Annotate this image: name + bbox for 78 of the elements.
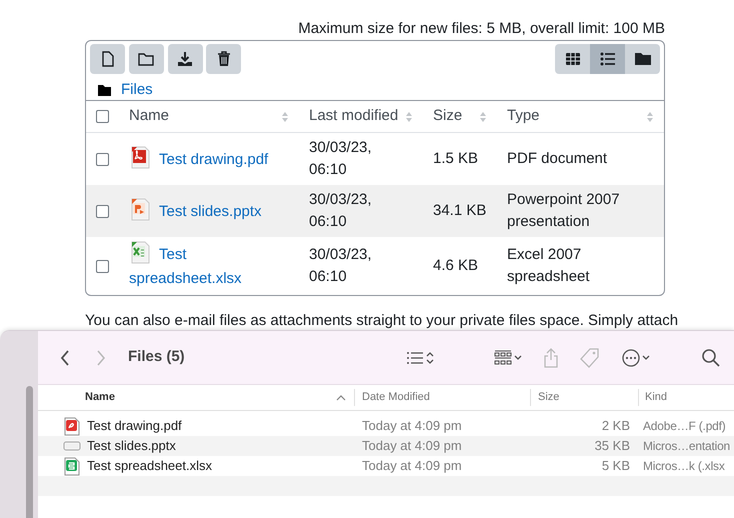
download-icon	[177, 51, 193, 67]
grid-button[interactable]	[494, 350, 522, 366]
search-icon	[702, 348, 720, 366]
folder-icon	[634, 51, 650, 67]
folder-icon	[138, 51, 154, 67]
column-header: Size	[538, 391, 560, 404]
email-note: You can also e-mail files as attachments straight to your private files space. Simply attach	[85, 311, 678, 331]
kind-cell-text: Adobe…F (.pdf)	[643, 418, 726, 435]
folder-view-button[interactable]	[625, 44, 660, 74]
size-cell: 34.1 KB	[423, 185, 497, 237]
sort-icon	[646, 110, 654, 122]
list-icon	[600, 51, 616, 67]
date-cell: Today at 4:09 pm	[362, 418, 462, 434]
date-cell: Today at 4:09 pm	[362, 458, 462, 474]
back-button[interactable]	[60, 350, 70, 366]
date-cell: 30/03/23, 06:10	[299, 237, 423, 295]
more-icon	[622, 348, 640, 366]
column-header: Last modified	[309, 106, 398, 126]
size-cell: 35 KB	[594, 438, 630, 454]
file-name[interactable]: Test slides.pptx	[87, 436, 176, 456]
breadcrumb-link[interactable]: Files	[121, 78, 153, 102]
file-link[interactable]: Test drawing.pdf	[129, 146, 289, 172]
column-header: Name	[129, 106, 170, 126]
list-view-button[interactable]	[590, 44, 625, 74]
size-cell: 2 KB	[602, 418, 630, 434]
xlsx-file-icon	[129, 241, 151, 265]
share-icon	[544, 348, 558, 368]
file-link[interactable]: Test spreadsheet.xlsx	[129, 241, 289, 291]
grid-icon	[494, 350, 512, 366]
file-icon	[100, 51, 116, 67]
column-header: Type	[507, 106, 540, 126]
checkbox[interactable]	[96, 260, 109, 273]
download-button[interactable]	[168, 44, 202, 74]
trash-icon	[216, 51, 232, 67]
pdf-file-icon	[129, 146, 151, 170]
size-cell: 4.6 KB	[423, 237, 497, 295]
sort-icon	[405, 110, 413, 122]
type-cell: Excel 2007 spreadsheet	[497, 237, 664, 295]
file-button[interactable]	[90, 44, 125, 74]
chevron-icon	[514, 354, 522, 360]
size-cell: 1.5 KB	[423, 132, 497, 185]
column-header: Size	[433, 106, 462, 126]
date-cell: 30/03/23, 06:10	[299, 185, 423, 237]
file-name[interactable]: Test spreadsheet.xlsx	[87, 456, 212, 476]
folder-button[interactable]	[128, 44, 164, 74]
more-button[interactable]	[622, 348, 650, 366]
checkbox[interactable]	[96, 152, 109, 166]
back-icon	[60, 350, 70, 366]
type-cell: Powerpoint 2007 presentation	[497, 185, 664, 237]
column-header: Kind	[645, 391, 668, 404]
trash-button[interactable]	[206, 44, 242, 74]
sort-icon	[479, 110, 487, 122]
quota-note: Maximum size for new files: 5 MB, overall limit: 100 MB	[297, 20, 665, 38]
type-cell: PDF document	[497, 132, 664, 185]
sort-caret-icon	[336, 394, 346, 400]
date-cell: Today at 4:09 pm	[362, 438, 462, 454]
date-cell: 30/03/23, 06:10	[299, 132, 423, 185]
file-name[interactable]: Test drawing.pdf	[87, 416, 182, 436]
checkbox[interactable]	[96, 204, 109, 218]
file-link[interactable]: Test slides.pptx	[129, 198, 289, 224]
chevron-icon	[426, 350, 434, 364]
forward-icon	[96, 350, 106, 366]
kind-cell-text: Micros…k (.xlsx	[643, 458, 725, 475]
grid-view-button[interactable]	[555, 44, 590, 74]
sort-icon	[281, 110, 289, 122]
column-header: Name	[85, 390, 115, 406]
tag-icon	[580, 348, 600, 368]
size-cell: 5 KB	[602, 458, 630, 474]
folder-icon	[98, 84, 111, 96]
chevron-icon	[642, 354, 650, 360]
checkbox[interactable]	[96, 110, 109, 123]
kind-cell-text: Micros…entation	[643, 438, 730, 455]
column-header: Date Modified	[362, 391, 430, 404]
window-title: Files (5)	[128, 347, 185, 368]
list-button[interactable]	[406, 350, 434, 364]
list-icon	[406, 350, 424, 364]
search-button[interactable]	[702, 348, 720, 366]
grid-icon	[564, 51, 580, 67]
